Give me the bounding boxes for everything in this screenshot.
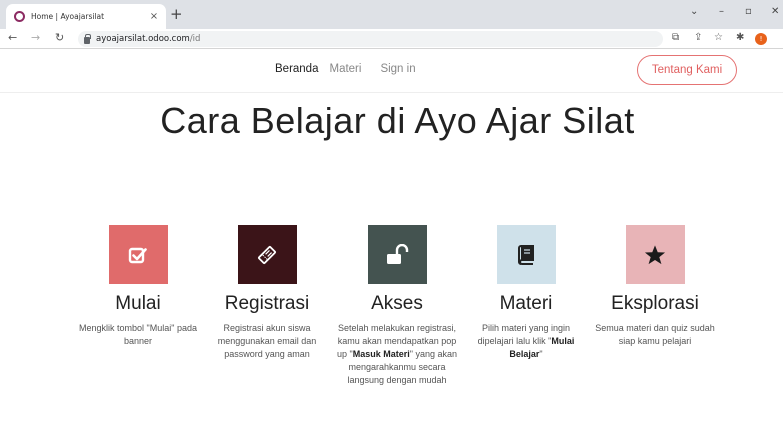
menu-item-beranda[interactable]: Beranda bbox=[275, 63, 318, 75]
bookmark-star-icon[interactable]: ☆ bbox=[714, 32, 723, 44]
url-host: ayoajarsilat.odoo.com bbox=[96, 34, 190, 44]
unlock-icon bbox=[387, 243, 409, 264]
close-window-icon[interactable]: ✕ bbox=[771, 6, 779, 17]
main-menu: Beranda Materi Sign in bbox=[275, 63, 416, 75]
step-registrasi: Registrasi Registrasi akun siswa menggun… bbox=[201, 225, 333, 361]
step-mulai: Mulai Mengklik tombol "Mulai" pada banne… bbox=[72, 225, 204, 348]
step-title: Eksplorasi bbox=[611, 293, 699, 314]
step-description: Semua materi dan quiz sudah siap kamu pe… bbox=[595, 323, 715, 346]
tentang-kami-button[interactable]: Tentang Kami bbox=[637, 55, 737, 85]
minimize-icon[interactable]: – bbox=[719, 6, 724, 17]
site-favicon-icon bbox=[14, 11, 25, 22]
menu-item-materi[interactable]: Materi bbox=[329, 63, 361, 75]
forward-icon[interactable]: → bbox=[31, 32, 40, 44]
menu-item-sign-in[interactable]: Sign in bbox=[380, 63, 415, 75]
address-toolbar: ← → ↻ ayoajarsilat.odoo.com/id ⧉ ⇪ ☆ ✱ ! bbox=[0, 29, 783, 49]
step-icon-box bbox=[367, 225, 427, 284]
ticket-icon bbox=[258, 245, 276, 264]
extensions-puzzle-icon[interactable]: ✱ bbox=[736, 32, 744, 44]
page-title: Cara Belajar di Ayo Ajar Silat bbox=[160, 100, 635, 141]
step-title: Registrasi bbox=[224, 293, 310, 314]
step-icon-box bbox=[625, 225, 685, 284]
address-bar[interactable]: ayoajarsilat.odoo.com/id bbox=[78, 31, 663, 47]
share-icon[interactable]: ⇪ bbox=[694, 32, 702, 44]
lock-icon[interactable] bbox=[84, 33, 91, 44]
browser-tab-strip: Home | Ayoajarsilat × + ⌄ – ▫ ✕ bbox=[0, 0, 783, 29]
back-icon[interactable]: ← bbox=[8, 32, 17, 44]
tab-title: Home | Ayoajarsilat bbox=[31, 12, 105, 21]
reload-icon[interactable]: ↻ bbox=[55, 32, 64, 44]
book-icon bbox=[518, 244, 534, 265]
new-tab-button[interactable]: + bbox=[170, 6, 183, 22]
restore-icon[interactable]: ▫ bbox=[745, 6, 752, 17]
step-title: Akses bbox=[371, 293, 423, 314]
browser-tab[interactable]: Home | Ayoajarsilat × bbox=[6, 4, 166, 29]
step-icon-box bbox=[108, 225, 168, 284]
step-description: Registrasi akun siswa menggunakan email … bbox=[217, 323, 317, 359]
step-eksplorasi: Eksplorasi Semua materi dan quiz sudah s… bbox=[589, 225, 721, 348]
step-title: Materi bbox=[499, 293, 553, 314]
step-icon-box bbox=[237, 225, 297, 284]
translate-icon[interactable]: ⧉ bbox=[672, 32, 679, 44]
step-description: Pilih materi yang ingin dipelajari lalu … bbox=[477, 323, 575, 359]
masuk-materi-label: Masuk Materi bbox=[352, 349, 410, 359]
url-path: /id bbox=[189, 34, 201, 44]
site-header: Beranda Materi Sign in Tentang Kami bbox=[0, 49, 783, 93]
step-description: Setelah melakukan registrasi, kamu akan … bbox=[337, 323, 457, 385]
star-icon bbox=[644, 244, 666, 264]
profile-avatar[interactable]: ! bbox=[755, 33, 767, 45]
step-akses: Akses Setelah melakukan registrasi, kamu… bbox=[331, 225, 463, 387]
tab-search-chevron-icon[interactable]: ⌄ bbox=[690, 6, 698, 17]
checkbox-icon bbox=[128, 247, 147, 263]
close-tab-icon[interactable]: × bbox=[148, 11, 160, 22]
step-description: Mengklik tombol "Mulai" pada banner bbox=[79, 323, 197, 346]
step-icon-box bbox=[496, 225, 556, 284]
step-title: Mulai bbox=[115, 293, 161, 314]
step-materi: Materi Pilih materi yang ingin dipelajar… bbox=[460, 225, 592, 361]
